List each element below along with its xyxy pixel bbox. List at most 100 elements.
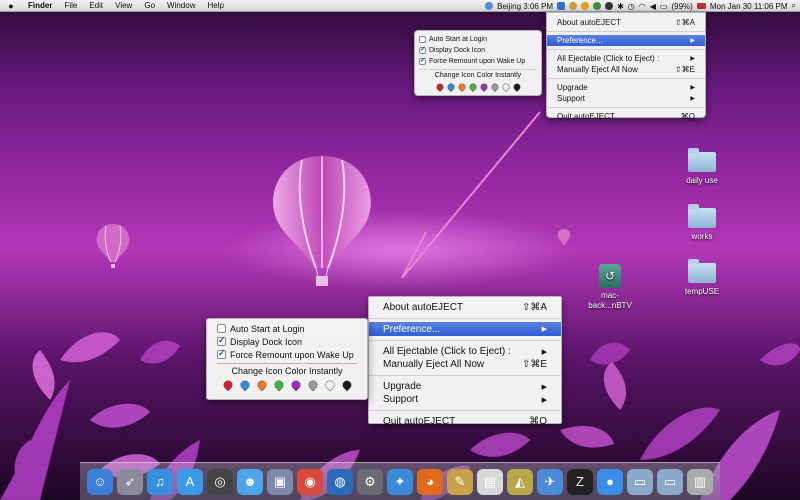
dock-code-icon[interactable]: ✈ bbox=[537, 468, 563, 495]
dock-firefox-icon[interactable]: ◕ bbox=[417, 468, 443, 495]
bluetooth-icon[interactable]: ✱ bbox=[617, 2, 624, 11]
color-swatch-orange[interactable] bbox=[255, 379, 268, 391]
battery-icon[interactable]: ▭ bbox=[660, 2, 668, 11]
menu-all-ejectable[interactable]: All Ejectable (Click to Eject) : ▶ bbox=[547, 53, 705, 64]
spotlight-icon[interactable]: ⌕ bbox=[792, 1, 796, 11]
menu-manual-eject-shortcut: ⇧⌘E bbox=[674, 65, 695, 74]
menu-preference-large[interactable]: Preference... ▶ bbox=[369, 322, 561, 336]
status-icon-2[interactable] bbox=[569, 2, 578, 10]
status-icon-3[interactable] bbox=[581, 2, 590, 10]
dock-safari-icon[interactable]: ✦ bbox=[387, 468, 413, 495]
dock-system-prefs-icon[interactable]: ⚙ bbox=[357, 468, 383, 495]
dock-preview-icon[interactable]: ▣ bbox=[267, 468, 293, 495]
display-dock-checkbox-row[interactable]: Display Dock Icon bbox=[419, 45, 537, 56]
menu-upgrade-large[interactable]: Upgrade ▶ bbox=[369, 380, 561, 393]
display-dock-checkbox[interactable] bbox=[217, 335, 226, 346]
dock-rocket-icon[interactable]: ➶ bbox=[117, 468, 143, 495]
auto-start-checkbox-row[interactable]: Auto Start at Login bbox=[419, 34, 537, 45]
world-clock[interactable]: Beijing 3:06 PM bbox=[497, 2, 553, 11]
force-remount-checkbox[interactable] bbox=[419, 56, 426, 65]
display-dock-checkbox[interactable] bbox=[419, 45, 426, 54]
color-swatch-orange[interactable] bbox=[457, 82, 466, 92]
menu-upgrade[interactable]: Upgrade ▶ bbox=[547, 82, 705, 93]
dock-messenger-icon[interactable]: ☻ bbox=[237, 468, 263, 495]
menu-about-large[interactable]: About autoEJECT ⇧⌘A bbox=[369, 299, 561, 315]
menu-quit-label: Quit autoEJECT bbox=[557, 112, 615, 121]
auto-start-checkbox[interactable] bbox=[217, 324, 226, 333]
dock-xcode-icon[interactable]: ✎ bbox=[447, 468, 473, 495]
battery-percent[interactable]: (99%) bbox=[671, 2, 692, 11]
timemachine-icon[interactable]: ◷ bbox=[628, 2, 635, 11]
status-icon-5[interactable] bbox=[605, 2, 614, 10]
color-swatch-black[interactable] bbox=[340, 379, 353, 391]
auto-start-checkbox[interactable] bbox=[419, 36, 426, 43]
force-remount-checkbox-row[interactable]: Force Remount upon Wake Up bbox=[419, 56, 537, 67]
display-dock-checkbox-row[interactable]: Display Dock Icon bbox=[217, 335, 357, 348]
dock-droplet-icon[interactable]: ● bbox=[597, 468, 623, 495]
menu-about[interactable]: About autoEJECT ⇧⌘A bbox=[547, 16, 705, 28]
dock-chrome-icon[interactable]: ◉ bbox=[297, 468, 323, 495]
desktop-folder-tempuse[interactable]: tempUSE bbox=[672, 259, 732, 296]
menu-quit[interactable]: Quit autoEJECT ⌘Q bbox=[547, 111, 705, 122]
desktop-folder-works[interactable]: works bbox=[672, 204, 732, 241]
menubar-window[interactable]: Window bbox=[161, 1, 201, 10]
color-swatch-green[interactable] bbox=[468, 82, 477, 92]
color-swatch-purple[interactable] bbox=[289, 379, 302, 391]
force-remount-label: Force Remount upon Wake Up bbox=[429, 58, 526, 65]
desktop-timemachine-drive[interactable]: ↺ mac- back...nBTV bbox=[580, 264, 640, 311]
color-swatch-red[interactable] bbox=[221, 379, 234, 391]
apple-icon[interactable]: ● bbox=[0, 1, 22, 11]
menu-support[interactable]: Support ▶ bbox=[547, 93, 705, 104]
flag-icon[interactable] bbox=[696, 3, 706, 9]
menubar-help[interactable]: Help bbox=[201, 1, 229, 10]
menu-preference[interactable]: Preference... ▶ bbox=[547, 35, 705, 46]
menu-manual-eject[interactable]: Manually Eject All Now ⇧⌘E bbox=[547, 64, 705, 75]
force-remount-checkbox-row[interactable]: Force Remount upon Wake Up bbox=[217, 348, 357, 361]
submenu-arrow-icon: ▶ bbox=[690, 85, 695, 91]
force-remount-checkbox[interactable] bbox=[217, 348, 226, 359]
color-swatch-white[interactable] bbox=[501, 82, 510, 92]
color-swatch-green[interactable] bbox=[272, 379, 285, 391]
dock-app-store-icon[interactable]: A bbox=[177, 468, 203, 495]
dock-dashboard-icon[interactable]: ◎ bbox=[207, 468, 233, 495]
menubar-app-name[interactable]: Finder bbox=[22, 1, 58, 10]
menubar-go[interactable]: Go bbox=[138, 1, 161, 10]
auto-start-checkbox-row[interactable]: Auto Start at Login bbox=[217, 322, 357, 335]
autoeject-menu-icon[interactable] bbox=[557, 2, 566, 10]
color-swatch-white[interactable] bbox=[323, 379, 336, 391]
status-icon-4[interactable] bbox=[593, 2, 602, 10]
force-remount-label: Force Remount upon Wake Up bbox=[230, 349, 354, 360]
dock-documents-icon[interactable]: ▤ bbox=[477, 468, 503, 495]
color-swatch-blue[interactable] bbox=[446, 82, 455, 92]
desktop-folder-daily-use[interactable]: daily use bbox=[672, 148, 732, 185]
dock-itunes-icon[interactable]: ♫ bbox=[147, 468, 173, 495]
dock-earth-icon[interactable]: ◍ bbox=[327, 468, 353, 495]
menu-quit-large[interactable]: Quit autoEJECT ⌘Q bbox=[369, 415, 561, 428]
dock-finder-icon[interactable]: ☺ bbox=[87, 468, 113, 495]
menubar-file[interactable]: File bbox=[58, 1, 83, 10]
color-swatch-red[interactable] bbox=[435, 82, 444, 92]
submenu-arrow-icon: ▶ bbox=[541, 383, 547, 391]
color-swatch-black[interactable] bbox=[512, 82, 521, 92]
color-swatch-gray[interactable] bbox=[306, 379, 319, 391]
menu-manual-eject-label: Manually Eject All Now bbox=[383, 359, 485, 370]
color-swatch-gray[interactable] bbox=[490, 82, 499, 92]
volume-icon[interactable]: ◀ bbox=[650, 2, 656, 11]
menu-manual-eject-large[interactable]: Manually Eject All Now ⇧⌘E bbox=[369, 358, 561, 371]
color-swatch-purple[interactable] bbox=[479, 82, 488, 92]
menu-all-ejectable-large[interactable]: All Ejectable (Click to Eject) : ▶ bbox=[369, 345, 561, 358]
dock-stacks-icon[interactable]: ▭ bbox=[627, 468, 653, 495]
folder-icon bbox=[688, 204, 716, 228]
dock-sketch-icon[interactable]: ◭ bbox=[507, 468, 533, 495]
menubar-edit[interactable]: Edit bbox=[83, 1, 109, 10]
menu-support-label: Support bbox=[557, 94, 586, 103]
world-clock-icon[interactable] bbox=[485, 2, 494, 10]
menubar-view[interactable]: View bbox=[109, 1, 138, 10]
wifi-icon[interactable]: ◠ bbox=[639, 2, 646, 11]
dock-zen-icon[interactable]: Z bbox=[567, 468, 593, 495]
menu-support-large[interactable]: Support ▶ bbox=[369, 393, 561, 406]
menubar-datetime[interactable]: Mon Jan 30 11:06 PM bbox=[710, 2, 788, 11]
dock-trash-icon[interactable]: ▥ bbox=[687, 468, 713, 495]
dock-downloads-icon[interactable]: ▭ bbox=[657, 468, 683, 495]
color-swatch-blue[interactable] bbox=[238, 379, 251, 391]
